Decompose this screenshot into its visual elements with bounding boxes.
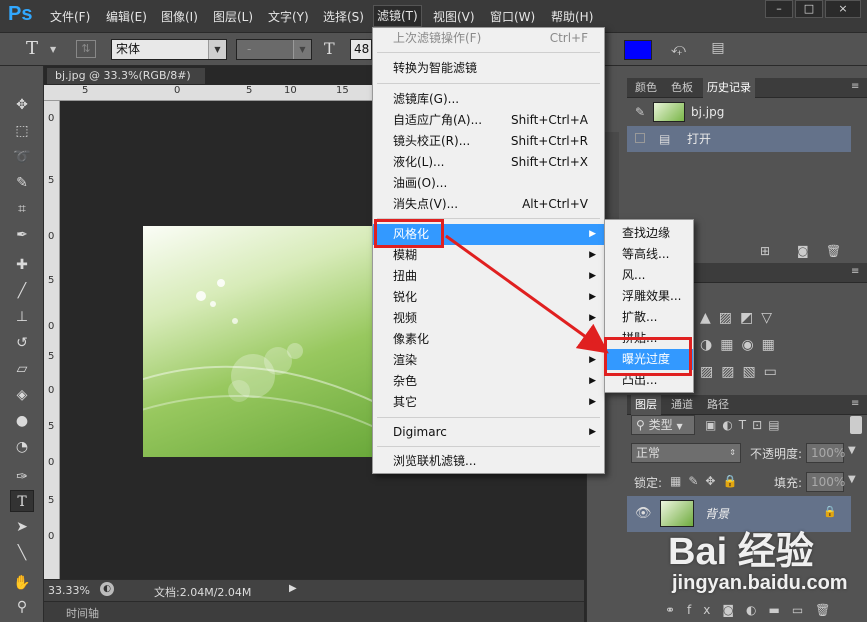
baidu-jingyan-watermark: Bai 经验 jingyan.baidu.com xyxy=(668,520,858,610)
watermark-url: jingyan.baidu.com xyxy=(672,572,848,594)
baidu-jingyan-logo: Bai 经验 xyxy=(668,531,814,573)
